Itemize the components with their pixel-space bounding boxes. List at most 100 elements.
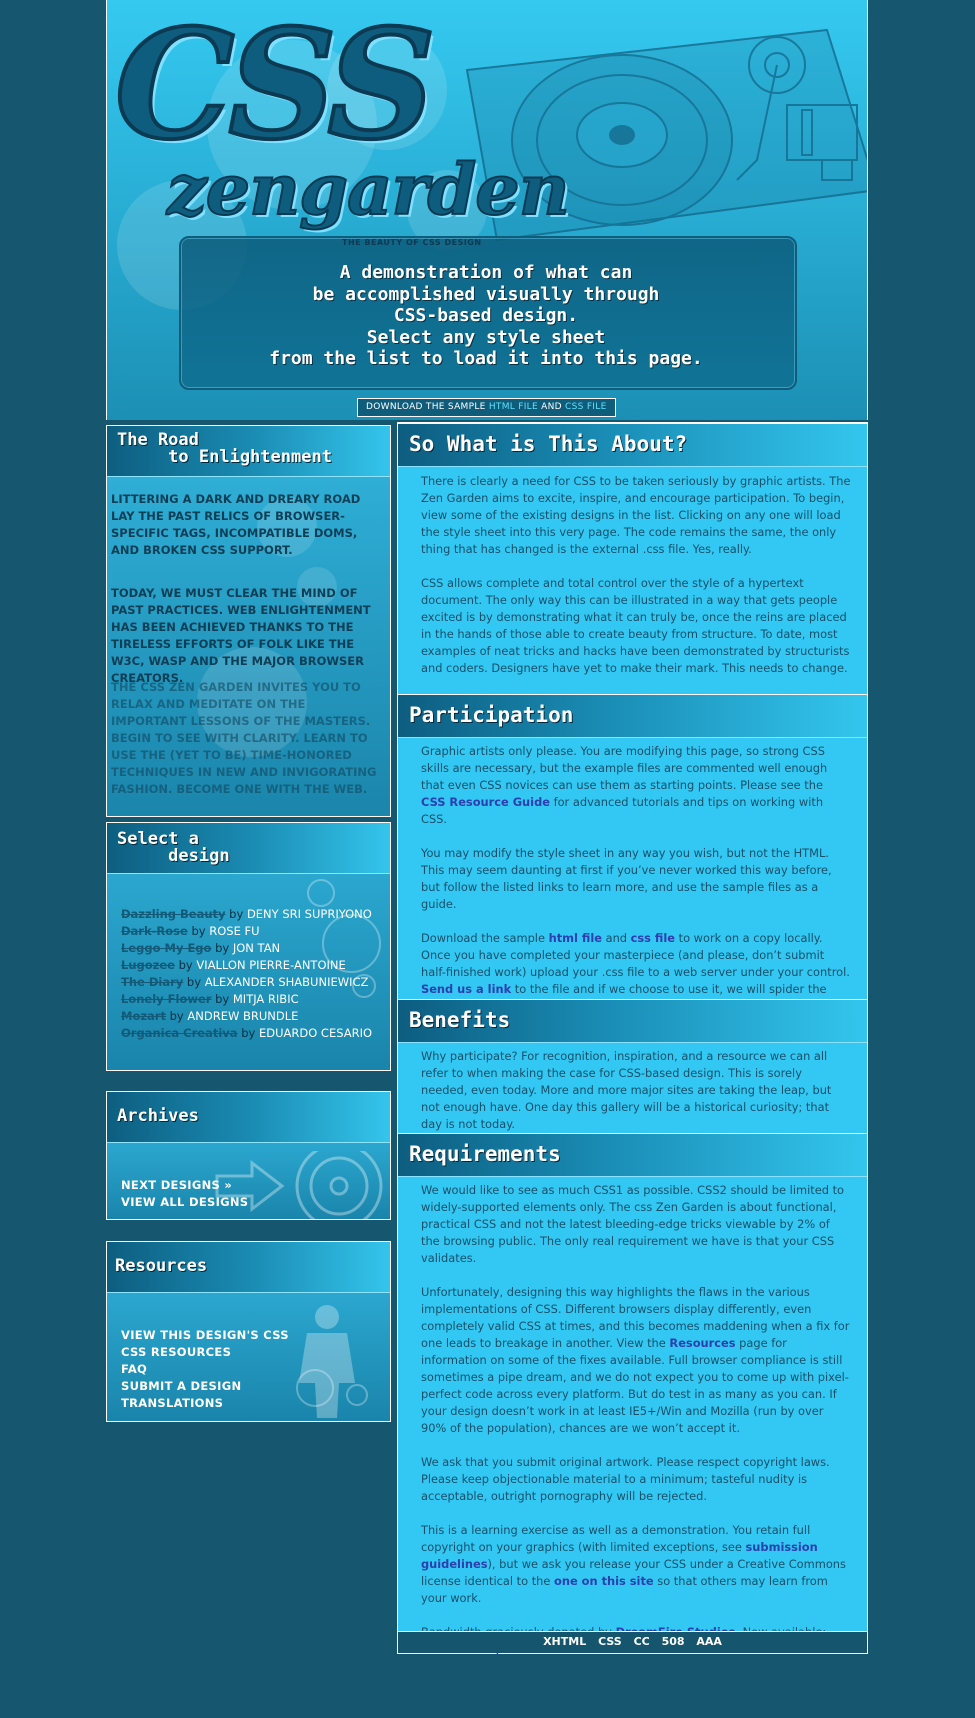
css-file-link[interactable]: css file xyxy=(631,931,675,945)
logo-zengarden-text: zengarden xyxy=(166,148,571,231)
intro-line: CSS-based design. xyxy=(393,305,579,326)
footer-aaa-link[interactable]: AAA xyxy=(696,1635,722,1648)
about-paragraph-2: CSS allows complete and total control ov… xyxy=(421,576,850,675)
translations-link[interactable]: Translations xyxy=(121,1395,289,1412)
design-name-link[interactable]: Dazzling Beauty xyxy=(121,907,226,921)
text-span: Graphic artists only please. You are mod… xyxy=(421,744,828,792)
design-item: Lugozee by VIALLON PIERRE-ANTOINE xyxy=(121,957,383,974)
footer-xhtml-link[interactable]: XHTML xyxy=(543,1635,586,1648)
css-resource-guide-link[interactable]: CSS Resource Guide xyxy=(421,795,550,809)
select-title: Select a design xyxy=(117,831,230,865)
design-author-link[interactable]: MITJA RIBIC xyxy=(233,992,299,1006)
road-body: Littering a dark and dreary road lay the… xyxy=(107,477,390,816)
by-text: by xyxy=(169,1009,184,1023)
resources-link[interactable]: Resources xyxy=(669,1336,735,1350)
requirements-header: Requirements xyxy=(398,1133,867,1177)
header: CSS zengarden THE BEAUTY OF CSS DESIGN A… xyxy=(106,0,868,420)
design-author-link[interactable]: ROSE FU xyxy=(209,924,259,938)
resources-header: Resources xyxy=(107,1242,390,1293)
by-text: by xyxy=(178,958,193,972)
design-author-link[interactable]: ALEXANDER SHABUNIEWICZ xyxy=(205,975,369,989)
decor-bubble xyxy=(307,879,335,907)
design-author-link[interactable]: VIALLON PIERRE-ANTOINE xyxy=(196,958,345,972)
intro-line: from the list to load it into this page. xyxy=(269,348,703,369)
by-text: by xyxy=(191,924,206,938)
text-span: page for information on some of the fixe… xyxy=(421,1336,849,1435)
benefits-title: Benefits xyxy=(409,1008,511,1032)
participation-title: Participation xyxy=(409,703,574,727)
design-item: Dark-Rose by ROSE FU xyxy=(121,923,383,940)
footer-css-link[interactable]: CSS xyxy=(598,1635,622,1648)
select-header: Select a design xyxy=(107,823,390,874)
design-author-link[interactable]: JON TAN xyxy=(233,941,280,955)
design-name-link[interactable]: Mozart xyxy=(121,1009,166,1023)
html-file-link[interactable]: html file xyxy=(549,931,602,945)
dj-figure-icon xyxy=(296,1305,368,1418)
design-author-link[interactable]: EDUARDO CESARIO xyxy=(259,1026,372,1040)
by-text: by xyxy=(215,941,230,955)
road-paragraph-2: Today, we must clear the mind of past pr… xyxy=(111,586,371,685)
one-on-this-site-link[interactable]: one on this site xyxy=(554,1574,654,1588)
select-title-line2: design xyxy=(117,846,230,866)
requirements-paragraph-4: This is a learning exercise as well as a… xyxy=(421,1522,851,1607)
participation-body: Graphic artists only please. You are mod… xyxy=(421,743,851,1032)
sidebar-archives: Archives Next Designs » View All Designs xyxy=(106,1091,391,1220)
sidebar-select-design: Select a design Dazzling Beauty by DENY … xyxy=(106,822,391,1071)
intro-line: A demonstration of what can xyxy=(339,262,633,283)
text-span: Download the sample xyxy=(421,931,549,945)
footer: XHTML CSS CC 508 AAA xyxy=(398,1631,867,1653)
send-us-link[interactable]: Send us a link xyxy=(421,982,511,996)
footer-508-link[interactable]: 508 xyxy=(662,1635,685,1648)
archives-header: Archives xyxy=(107,1092,390,1143)
design-name-link[interactable]: Dark-Rose xyxy=(121,924,188,938)
design-item: Leggo My Ego by JON TAN xyxy=(121,940,383,957)
sidebar-road: The Road to Enlightenment Littering a da… xyxy=(106,425,391,817)
benefits-header: Benefits xyxy=(398,999,867,1043)
design-name-link[interactable]: Leggo My Ego xyxy=(121,941,211,955)
requirements-paragraph-2: Unfortunately, designing this way highli… xyxy=(421,1284,851,1437)
main-content: So What is This About? There is clearly … xyxy=(397,422,868,1656)
download-and: AND xyxy=(541,402,562,412)
road-title: The Road to Enlightenment xyxy=(117,432,332,466)
requirements-paragraph-1: We would like to see as much CSS1 as pos… xyxy=(421,1183,845,1265)
design-name-link[interactable]: Lugozee xyxy=(121,958,175,972)
download-prefix: DOWNLOAD THE SAMPLE xyxy=(366,402,486,412)
css-resources-link[interactable]: CSS Resources xyxy=(121,1344,289,1361)
design-item: The Diary by ALEXANDER SHABUNIEWICZ xyxy=(121,974,383,991)
tagline: THE BEAUTY OF CSS DESIGN xyxy=(342,238,482,247)
participation-paragraph-2: You may modify the style sheet in any wa… xyxy=(421,846,832,911)
intro-line: Select any style sheet xyxy=(366,326,606,348)
design-item: Dazzling Beauty by DENY SRI SUPRIYONO xyxy=(121,906,383,923)
design-list: Dazzling Beauty by DENY SRI SUPRIYONO Da… xyxy=(121,906,383,1042)
requirements-title: Requirements xyxy=(409,1142,561,1166)
download-css-link[interactable]: CSS FILE xyxy=(565,402,607,412)
participation-paragraph-1: Graphic artists only please. You are mod… xyxy=(421,743,851,828)
by-text: by xyxy=(215,992,230,1006)
submit-design-link[interactable]: Submit a Design xyxy=(121,1378,289,1395)
road-title-line2: to Enlightenment xyxy=(117,447,332,467)
about-header: So What is This About? xyxy=(398,423,867,467)
about-paragraph-1: There is clearly a need for CSS to be ta… xyxy=(421,474,851,556)
logo-css-text: CSS xyxy=(113,0,438,173)
design-name-link[interactable]: Organica Creativa xyxy=(121,1026,238,1040)
design-name-link[interactable]: The Diary xyxy=(121,975,183,989)
requirements-paragraph-3: We ask that you submit original artwork.… xyxy=(421,1455,830,1503)
design-author-link[interactable]: DENY SRI SUPRIYONO xyxy=(247,907,372,921)
design-item: Lonely Flower by MITJA RIBIC xyxy=(121,991,383,1008)
archives-list: Next Designs » View All Designs xyxy=(121,1177,248,1211)
next-designs-link[interactable]: Next Designs » xyxy=(121,1177,248,1194)
faq-link[interactable]: FAQ xyxy=(121,1361,289,1378)
intro-text: A demonstration of what can be accomplis… xyxy=(179,262,793,370)
view-design-css-link[interactable]: View This Design's CSS xyxy=(121,1327,289,1344)
design-author-link[interactable]: ANDREW BRUNDLE xyxy=(187,1009,298,1023)
view-all-designs-link[interactable]: View All Designs xyxy=(121,1194,248,1211)
design-name-link[interactable]: Lonely Flower xyxy=(121,992,211,1006)
footer-cc-link[interactable]: CC xyxy=(634,1635,650,1648)
design-item: Mozart by ANDREW BRUNDLE xyxy=(121,1008,383,1025)
by-text: by xyxy=(229,907,244,921)
participation-header: Participation xyxy=(398,694,867,738)
download-html-link[interactable]: HTML FILE xyxy=(489,402,538,412)
text-span: and xyxy=(601,931,631,945)
archives-body: Next Designs » View All Designs xyxy=(107,1143,390,1219)
about-title: So What is This About? xyxy=(409,432,688,456)
